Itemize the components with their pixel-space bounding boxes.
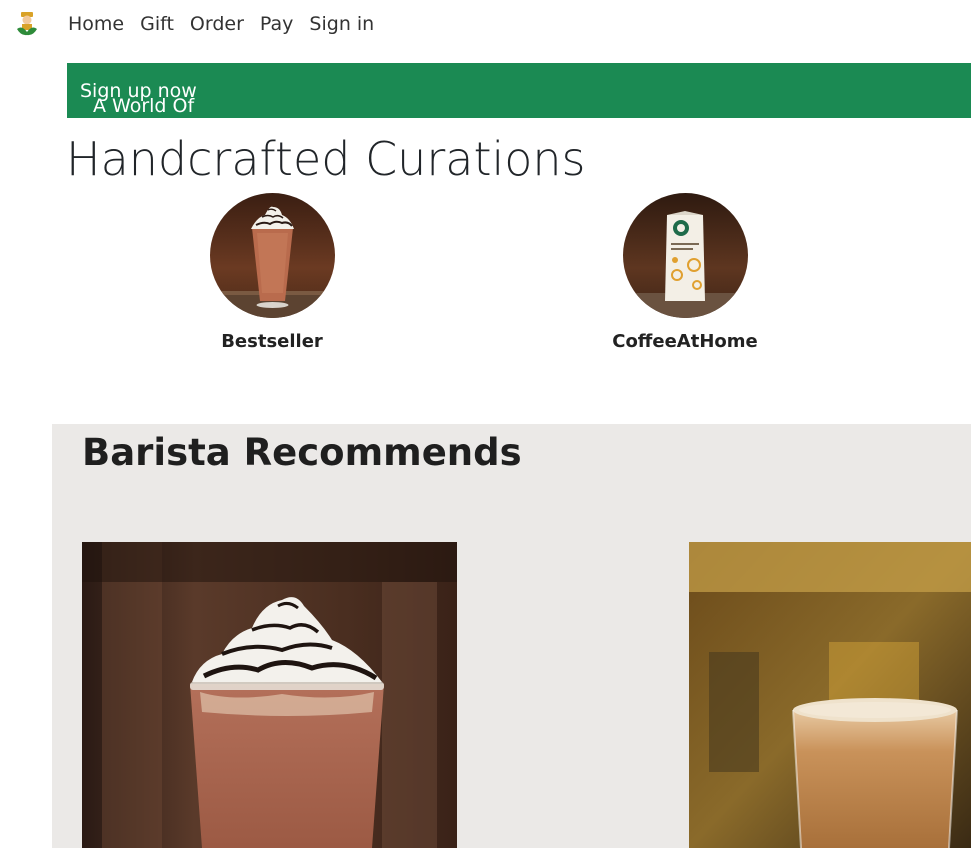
nav-links: Home Gift Order Pay Sign in xyxy=(60,11,382,37)
section-title: Barista Recommends xyxy=(82,431,522,474)
product-image-frappuccino[interactable] xyxy=(82,542,457,848)
curation-label: Bestseller xyxy=(221,331,323,352)
bestseller-image[interactable] xyxy=(209,193,335,318)
nav-pay[interactable]: Pay xyxy=(252,11,302,37)
curation-bestseller[interactable]: Bestseller xyxy=(172,193,372,354)
promo-message: A World Of Awards awaits you! Sign up now xyxy=(80,78,197,195)
curation-coffee-at-home[interactable]: CoffeeAtHome xyxy=(585,193,785,354)
nav-gift[interactable]: Gift xyxy=(132,11,182,37)
navbar: Home Gift Order Pay Sign in xyxy=(0,0,971,50)
page-title: Handcrafted Curations xyxy=(66,132,586,186)
brand-logo-icon[interactable] xyxy=(16,12,38,36)
barista-recommends-section: Barista Recommends xyxy=(52,424,971,848)
nav-sign-in[interactable]: Sign in xyxy=(301,11,382,37)
product-image-latte[interactable] xyxy=(689,542,971,848)
curation-label: CoffeeAtHome xyxy=(612,331,758,352)
nav-home[interactable]: Home xyxy=(60,11,132,37)
promo-banner: A World Of Awards awaits you! Sign up now xyxy=(67,63,971,195)
coffee-at-home-image[interactable] xyxy=(622,193,748,318)
nav-order[interactable]: Order xyxy=(182,11,252,37)
